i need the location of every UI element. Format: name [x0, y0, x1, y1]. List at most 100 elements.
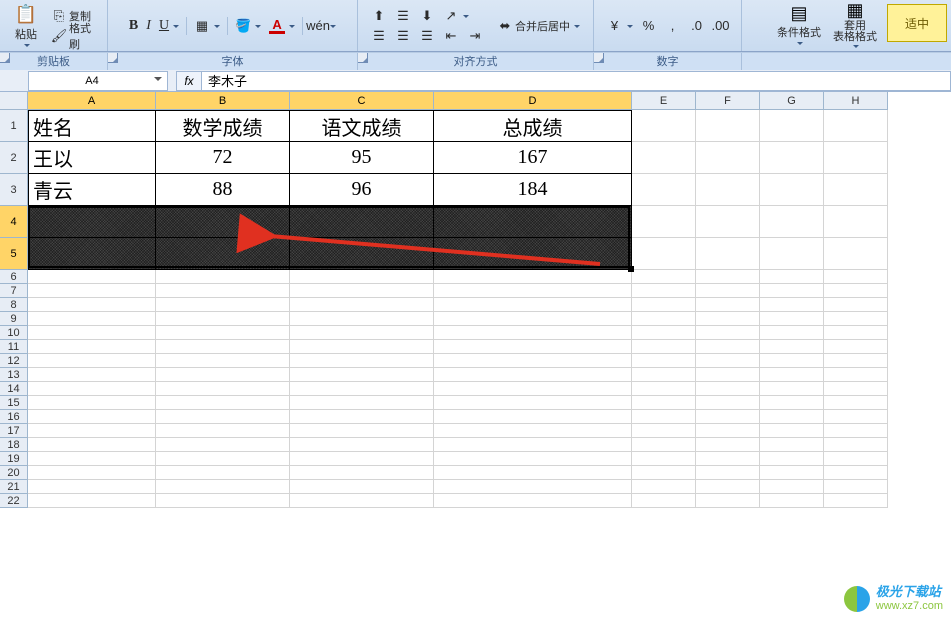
cell[interactable]	[290, 340, 434, 354]
cell[interactable]	[824, 368, 888, 382]
cell[interactable]	[434, 494, 632, 508]
cell[interactable]: 95	[290, 142, 434, 174]
italic-button[interactable]: I	[143, 16, 154, 36]
cell[interactable]	[290, 312, 434, 326]
cell[interactable]	[760, 312, 824, 326]
cell[interactable]	[824, 284, 888, 298]
cell[interactable]	[632, 340, 696, 354]
cell[interactable]	[290, 326, 434, 340]
cell[interactable]	[434, 382, 632, 396]
cell[interactable]	[28, 354, 156, 368]
cell[interactable]	[156, 206, 290, 238]
cell[interactable]	[156, 340, 290, 354]
cell[interactable]	[156, 382, 290, 396]
cell[interactable]	[290, 396, 434, 410]
row-header-11[interactable]: 11	[0, 340, 28, 354]
cell[interactable]: 王以	[28, 142, 156, 174]
cell[interactable]	[760, 382, 824, 396]
cell[interactable]	[290, 452, 434, 466]
cell[interactable]	[760, 238, 824, 270]
cell[interactable]	[290, 270, 434, 284]
formula-input[interactable]	[202, 71, 951, 91]
cell[interactable]	[290, 284, 434, 298]
cell[interactable]	[824, 206, 888, 238]
merge-center-button[interactable]: ⬌合并后居中	[494, 16, 583, 36]
cell[interactable]: 184	[434, 174, 632, 206]
underline-button[interactable]: U	[156, 16, 182, 36]
row-header-20[interactable]: 20	[0, 466, 28, 480]
cell[interactable]	[156, 424, 290, 438]
cell[interactable]	[632, 354, 696, 368]
cell[interactable]	[156, 326, 290, 340]
row-header-15[interactable]: 15	[0, 396, 28, 410]
cell[interactable]	[156, 312, 290, 326]
cell[interactable]	[760, 368, 824, 382]
row-header-7[interactable]: 7	[0, 284, 28, 298]
paste-button[interactable]: 📋 粘贴	[8, 2, 44, 50]
cell[interactable]	[434, 368, 632, 382]
cell[interactable]	[760, 270, 824, 284]
cell[interactable]	[28, 284, 156, 298]
cell[interactable]	[696, 110, 760, 142]
cell[interactable]	[632, 424, 696, 438]
cell[interactable]	[760, 494, 824, 508]
cell[interactable]	[632, 298, 696, 312]
cell[interactable]	[696, 326, 760, 340]
cell[interactable]	[28, 424, 156, 438]
cell[interactable]	[632, 452, 696, 466]
cell[interactable]	[632, 284, 696, 298]
cell[interactable]	[824, 452, 888, 466]
cell[interactable]	[290, 480, 434, 494]
cell[interactable]	[28, 368, 156, 382]
cell[interactable]	[434, 354, 632, 368]
cell[interactable]	[434, 410, 632, 424]
cell[interactable]	[434, 206, 632, 238]
cell[interactable]	[28, 206, 156, 238]
cell[interactable]	[824, 382, 888, 396]
cell[interactable]	[632, 480, 696, 494]
cell[interactable]	[28, 410, 156, 424]
format-painter-button[interactable]: 🖌格式刷	[48, 26, 101, 46]
cell-style-sample[interactable]: 适中	[887, 4, 947, 42]
cell[interactable]	[760, 110, 824, 142]
cell[interactable]: 青云	[28, 174, 156, 206]
cell[interactable]	[434, 238, 632, 270]
phonetic-button[interactable]: wén	[307, 16, 339, 36]
orientation-button[interactable]: ↗	[440, 6, 472, 26]
cell[interactable]	[824, 298, 888, 312]
cell[interactable]	[290, 438, 434, 452]
row-header-13[interactable]: 13	[0, 368, 28, 382]
cell[interactable]	[760, 284, 824, 298]
cell[interactable]	[760, 410, 824, 424]
cell[interactable]	[434, 340, 632, 354]
cell[interactable]	[156, 452, 290, 466]
cell[interactable]	[824, 270, 888, 284]
align-middle-button[interactable]: ☰	[392, 6, 414, 26]
cell[interactable]	[696, 312, 760, 326]
cell[interactable]	[290, 298, 434, 312]
cell[interactable]	[696, 480, 760, 494]
cell[interactable]	[696, 298, 760, 312]
cell[interactable]	[824, 326, 888, 340]
align-right-button[interactable]: ☰	[416, 26, 438, 46]
cell[interactable]	[434, 284, 632, 298]
cell[interactable]	[156, 284, 290, 298]
cell[interactable]	[824, 354, 888, 368]
cell[interactable]	[434, 466, 632, 480]
cell[interactable]	[632, 142, 696, 174]
cell[interactable]	[434, 298, 632, 312]
cell[interactable]	[632, 270, 696, 284]
cell[interactable]	[696, 494, 760, 508]
cell[interactable]	[434, 270, 632, 284]
cell[interactable]	[434, 480, 632, 494]
cell[interactable]	[824, 110, 888, 142]
cell[interactable]	[760, 206, 824, 238]
cell[interactable]	[696, 452, 760, 466]
cell[interactable]	[290, 494, 434, 508]
cell[interactable]	[824, 396, 888, 410]
cell[interactable]	[760, 174, 824, 206]
cell[interactable]	[632, 206, 696, 238]
cell[interactable]	[760, 424, 824, 438]
align-left-button[interactable]: ☰	[368, 26, 390, 46]
cell[interactable]	[632, 174, 696, 206]
